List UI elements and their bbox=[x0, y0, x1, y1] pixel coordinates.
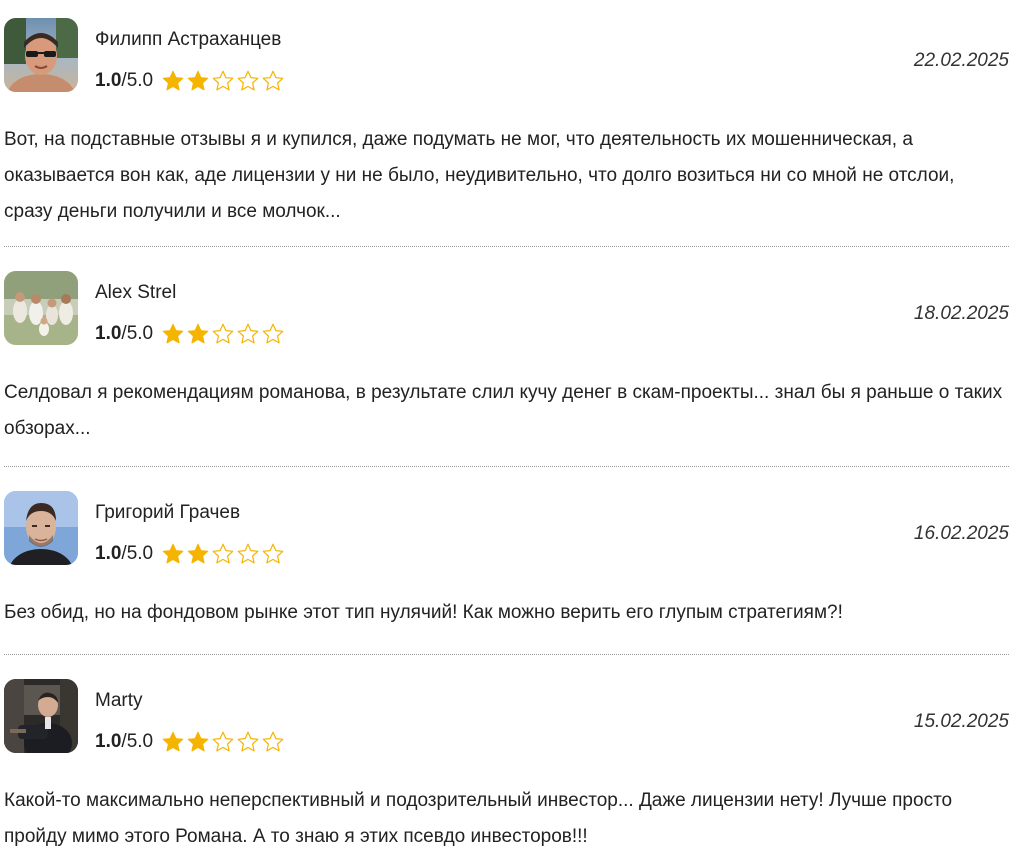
star-filled-icon bbox=[187, 543, 209, 564]
review-item: Marty 1.0/5.0 15.02.2025 Какой-то максим… bbox=[4, 655, 1009, 853]
avatar bbox=[4, 491, 78, 565]
review-item: Филипп Астраханцев 1.0/5.0 22.02.2025 Во… bbox=[4, 0, 1009, 246]
review-header: Григорий Грачев 1.0/5.0 16.02.2025 bbox=[4, 491, 1009, 567]
rating: 1.0/5.0 bbox=[95, 68, 285, 94]
star-empty-icon bbox=[262, 731, 284, 752]
review-header: Alex Strel 1.0/5.0 18.02.2025 bbox=[4, 271, 1009, 347]
rating-value: 1.0 bbox=[95, 731, 122, 752]
rating-value: 1.0 bbox=[95, 323, 122, 344]
star-empty-icon bbox=[262, 70, 284, 91]
rating-score: 1.0/5.0 bbox=[95, 542, 153, 566]
rating: 1.0/5.0 bbox=[95, 541, 285, 567]
rating-max: /5.0 bbox=[121, 323, 154, 344]
rating-stars bbox=[161, 69, 285, 93]
star-empty-icon bbox=[237, 323, 259, 344]
avatar-photo bbox=[4, 679, 78, 753]
star-empty-icon bbox=[262, 323, 284, 344]
rating-score: 1.0/5.0 bbox=[95, 322, 153, 346]
rating-max: /5.0 bbox=[121, 543, 154, 564]
rating-stars bbox=[161, 730, 285, 754]
review-date: 15.02.2025 bbox=[913, 711, 1009, 732]
star-empty-icon bbox=[212, 731, 234, 752]
rating-value: 1.0 bbox=[95, 543, 122, 564]
rating-stars bbox=[161, 322, 285, 346]
rating: 1.0/5.0 bbox=[95, 321, 285, 347]
avatar-photo bbox=[4, 271, 78, 345]
star-empty-icon bbox=[212, 323, 234, 344]
star-filled-icon bbox=[187, 731, 209, 752]
review-text: Какой-то максимально неперспективный и п… bbox=[4, 790, 953, 847]
rating-stars bbox=[161, 542, 285, 566]
rating: 1.0/5.0 bbox=[95, 729, 285, 755]
review-header: Филипп Астраханцев 1.0/5.0 22.02.2025 bbox=[4, 18, 1009, 94]
star-filled-icon bbox=[162, 543, 184, 564]
review-text: Вот, на подставные отзывы я и купился, д… bbox=[4, 129, 955, 222]
star-filled-icon bbox=[162, 323, 184, 344]
reviewer-name: Marty bbox=[95, 690, 143, 711]
review-text: Без обид, но на фондовом рынке этот тип … bbox=[4, 602, 843, 623]
reviewer-name: Григорий Грачев bbox=[95, 502, 241, 523]
avatar bbox=[4, 271, 78, 345]
rating-max: /5.0 bbox=[121, 731, 154, 752]
rating-score: 1.0/5.0 bbox=[95, 730, 153, 754]
review-item: Alex Strel 1.0/5.0 18.02.2025 Селдовал я… bbox=[4, 247, 1009, 466]
reviews-list: Филипп Астраханцев 1.0/5.0 22.02.2025 Во… bbox=[4, 0, 1009, 853]
review-header: Marty 1.0/5.0 15.02.2025 bbox=[4, 679, 1009, 755]
star-empty-icon bbox=[237, 70, 259, 91]
rating-max: /5.0 bbox=[121, 70, 154, 91]
avatar bbox=[4, 18, 78, 92]
review-date: 22.02.2025 bbox=[913, 50, 1009, 71]
rating-value: 1.0 bbox=[95, 70, 122, 91]
star-empty-icon bbox=[262, 543, 284, 564]
star-filled-icon bbox=[162, 70, 184, 91]
avatar bbox=[4, 679, 78, 753]
star-empty-icon bbox=[237, 543, 259, 564]
star-filled-icon bbox=[162, 731, 184, 752]
review-item: Григорий Грачев 1.0/5.0 16.02.2025 Без о… bbox=[4, 467, 1009, 654]
reviewer-name: Alex Strel bbox=[95, 282, 177, 303]
star-filled-icon bbox=[187, 323, 209, 344]
review-text: Селдовал я рекомендациям романова, в рез… bbox=[4, 382, 1003, 439]
star-empty-icon bbox=[237, 731, 259, 752]
avatar-photo bbox=[4, 491, 78, 565]
star-empty-icon bbox=[212, 543, 234, 564]
rating-score: 1.0/5.0 bbox=[95, 69, 153, 93]
reviewer-name: Филипп Астраханцев bbox=[95, 29, 282, 50]
review-date: 18.02.2025 bbox=[913, 303, 1009, 324]
star-empty-icon bbox=[212, 70, 234, 91]
review-date: 16.02.2025 bbox=[913, 523, 1009, 544]
star-filled-icon bbox=[187, 70, 209, 91]
avatar-photo bbox=[4, 18, 78, 92]
